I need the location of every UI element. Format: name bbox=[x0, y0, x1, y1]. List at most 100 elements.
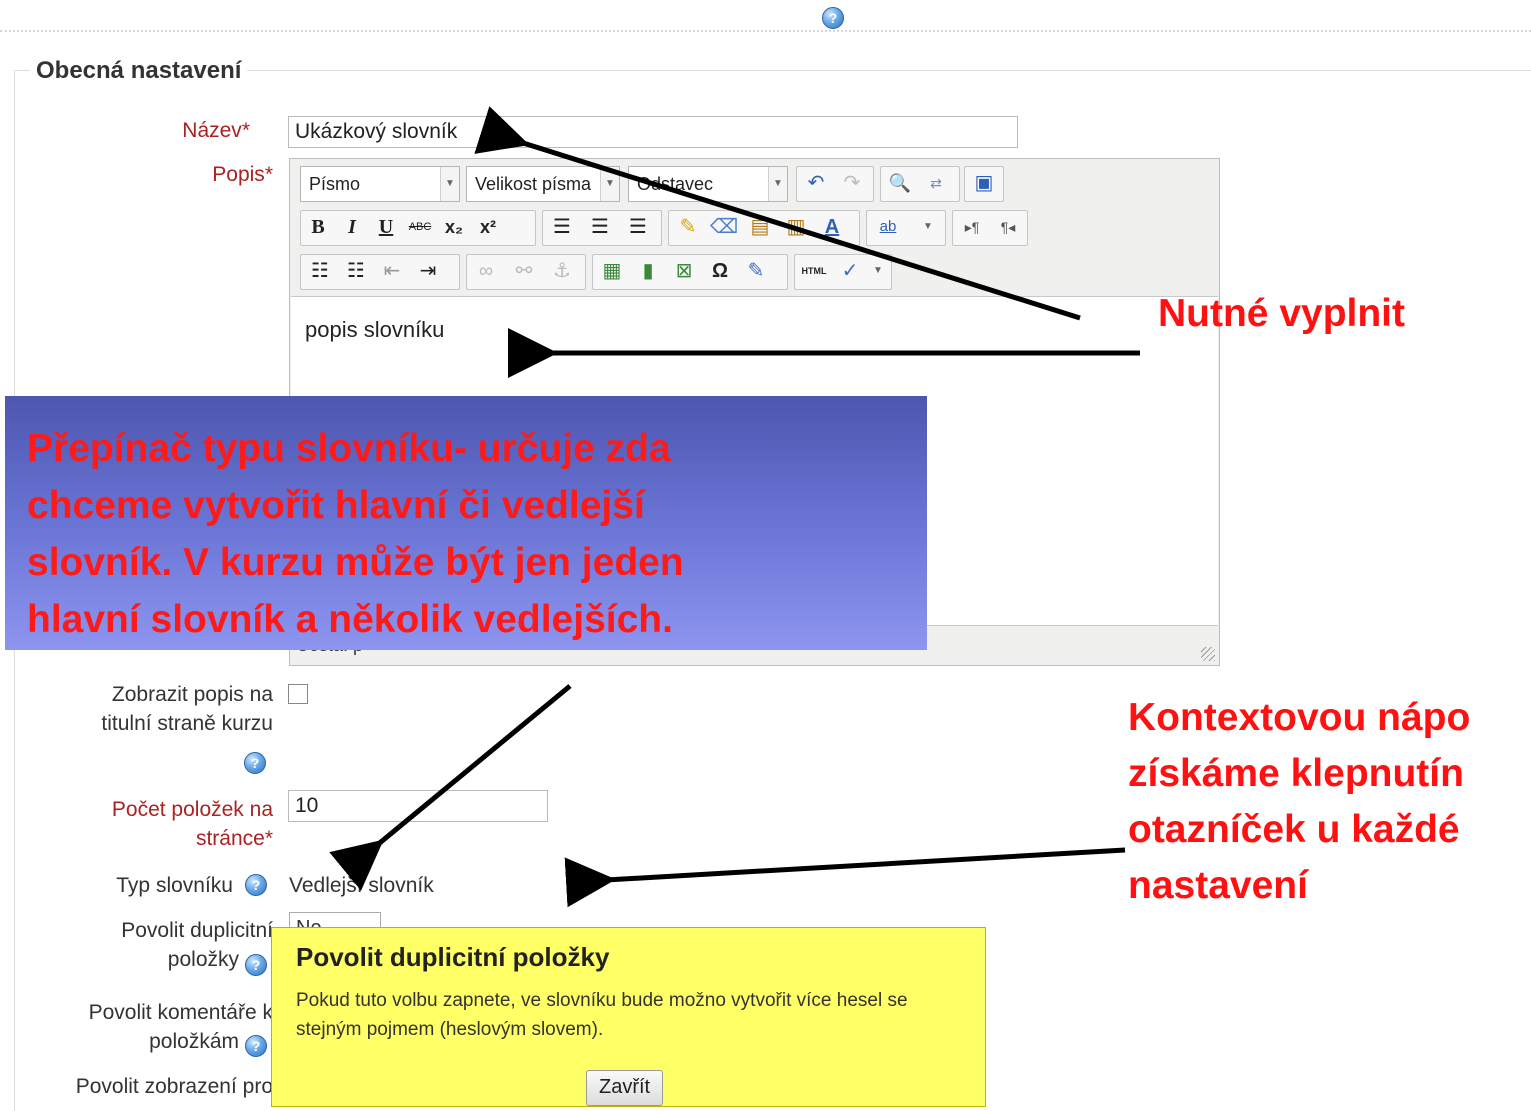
fullscreen-group: ▣ bbox=[964, 166, 1004, 202]
search-group: 🔍 ⇄ bbox=[880, 166, 960, 202]
ltr-icon[interactable]: ▸¶ bbox=[957, 211, 987, 243]
top-divider bbox=[0, 30, 1531, 32]
entries-per-page-input[interactable]: 10 bbox=[288, 790, 548, 822]
entries-per-page-label-line-1: Počet položek na bbox=[111, 798, 273, 821]
context-help-line-1: Kontextovou nápo bbox=[1128, 696, 1471, 739]
strikethrough-icon[interactable]: ABC bbox=[405, 211, 435, 243]
help-popup: Povolit duplicitní položky Pokud tuto vo… bbox=[271, 927, 986, 1107]
callout-line-2: chceme vytvořit hlavní či vedlejší bbox=[27, 484, 645, 527]
underline-icon[interactable]: U bbox=[371, 211, 401, 243]
required-annotation: Nutné vyplnit bbox=[1158, 292, 1406, 335]
resize-grip-icon[interactable] bbox=[1201, 647, 1215, 661]
superscript-icon[interactable]: x² bbox=[473, 211, 503, 243]
chevron-down-icon: ▼ bbox=[440, 167, 459, 201]
required-mark: * bbox=[241, 119, 250, 142]
name-label: Název* bbox=[120, 116, 250, 145]
description-label-text: Popis bbox=[212, 163, 265, 186]
callout-line-4: hlavní slovník a několik vedlejších. bbox=[27, 598, 673, 641]
help-popup-title: Povolit duplicitní položky bbox=[296, 942, 610, 972]
context-help-line-4: nastavení bbox=[1128, 864, 1308, 907]
outdent-icon[interactable]: ⇤ bbox=[377, 255, 407, 287]
special-char-icon[interactable]: Ω bbox=[705, 255, 735, 287]
chevron-down-icon[interactable]: ▼ bbox=[913, 211, 943, 243]
nonbreaking-icon[interactable]: ⊠ bbox=[669, 255, 699, 287]
image-icon[interactable]: ▦ bbox=[597, 255, 627, 287]
show-description-checkbox[interactable] bbox=[288, 684, 308, 704]
code-group: HTML ✓ ▼ bbox=[794, 254, 892, 290]
help-icon[interactable]: ? bbox=[244, 752, 266, 774]
bold-icon[interactable]: B bbox=[303, 211, 333, 243]
description-label: Popis* bbox=[120, 160, 273, 189]
find-icon[interactable]: 🔍 bbox=[885, 167, 915, 199]
list-group: ☷ ☷ ⇤ ⇥ bbox=[300, 254, 460, 290]
help-icon[interactable]: ? bbox=[245, 954, 267, 976]
paragraph-format-value: Odstavec bbox=[637, 174, 714, 194]
callout-line-3: slovník. V kurzu může být jen jeden bbox=[27, 541, 684, 584]
clipboard-group: ✎ ⌫ ▤ ▥ A bbox=[668, 210, 860, 246]
show-description-label: Zobrazit popis na titulní straně kurzu bbox=[30, 680, 273, 738]
numbered-list-icon[interactable]: ☷ bbox=[341, 255, 371, 287]
allow-duplicates-label-line-2: položky bbox=[167, 948, 239, 971]
help-icon[interactable]: ? bbox=[822, 7, 844, 29]
rtl-icon[interactable]: ¶◂ bbox=[993, 211, 1023, 243]
editor-content: popis slovníku bbox=[305, 317, 445, 342]
type-switch-callout: Přepínač typu slovníku- určuje zda chcem… bbox=[5, 396, 927, 650]
allow-duplicates-label-line-1: Povolit duplicitní bbox=[121, 919, 273, 942]
highlight-group: ab ▼ bbox=[866, 210, 946, 246]
editor-toolbar-row-1: Písmo ▼ Velikost písma ▼ Odstavec ▼ ↶ ↷ … bbox=[300, 166, 1210, 206]
edit-icon[interactable]: ✎ bbox=[741, 255, 771, 287]
allow-comments-label-line-1: Povolit komentáře k bbox=[88, 1001, 273, 1024]
align-right-icon[interactable]: ☰ bbox=[623, 211, 653, 243]
glossary-type-value: Vedlejší slovník bbox=[289, 874, 434, 897]
section-title: Obecná nastavení bbox=[30, 57, 248, 85]
font-size-select[interactable]: Velikost písma ▼ bbox=[466, 166, 620, 202]
align-center-icon[interactable]: ☰ bbox=[585, 211, 615, 243]
bullet-list-icon[interactable]: ☷ bbox=[305, 255, 335, 287]
fullscreen-icon[interactable]: ▣ bbox=[969, 167, 999, 199]
help-icon[interactable]: ? bbox=[245, 874, 267, 896]
name-input[interactable]: Ukázkový slovník bbox=[288, 116, 1018, 148]
highlight-color-icon[interactable]: ab bbox=[873, 211, 903, 243]
insert-group: ▦ ▮ ⊠ Ω ✎ bbox=[592, 254, 788, 290]
allow-duplicates-label: Povolit duplicitní položky bbox=[20, 916, 273, 974]
context-help-annotation: Kontextovou nápo získáme klepnutín otazn… bbox=[1128, 690, 1531, 914]
glossary-type-label: Typ slovníku bbox=[116, 874, 233, 897]
editor-toolbar-row-3: ☷ ☷ ⇤ ⇥ ∞ ⚯ ⚓ ▦ ▮ ⊠ Ω ✎ HTML ✓ ▼ bbox=[300, 254, 1210, 294]
alignment-group: ☰ ☰ ☰ bbox=[542, 210, 662, 246]
paragraph-format-select[interactable]: Odstavec ▼ bbox=[628, 166, 788, 202]
undo-icon[interactable]: ↶ bbox=[801, 167, 831, 199]
show-description-label-line-2: titulní straně kurzu bbox=[101, 712, 273, 735]
chevron-down-icon[interactable]: ▼ bbox=[863, 255, 893, 287]
context-help-line-2: získáme klepnutín bbox=[1128, 752, 1464, 795]
font-size-value: Velikost písma bbox=[475, 174, 592, 194]
indent-icon[interactable]: ⇥ bbox=[413, 255, 443, 287]
cleanup-icon[interactable]: ✎ bbox=[673, 211, 703, 243]
entries-per-page-label-line-2: stránce bbox=[195, 827, 265, 850]
chevron-down-icon: ▼ bbox=[600, 167, 619, 201]
font-color-icon[interactable]: A bbox=[817, 211, 847, 243]
unlink-icon[interactable]: ⚯ bbox=[509, 255, 539, 287]
direction-group: ▸¶ ¶◂ bbox=[952, 210, 1028, 246]
close-button[interactable]: Zavřít bbox=[586, 1070, 664, 1106]
callout-line-1: Přepínač typu slovníku- určuje zda bbox=[27, 427, 671, 470]
context-help-line-3: otazníček u každé bbox=[1128, 808, 1460, 851]
history-group: ↶ ↷ bbox=[796, 166, 874, 202]
spellcheck-icon[interactable]: ✓ bbox=[835, 255, 865, 287]
html-icon[interactable]: HTML bbox=[799, 255, 829, 287]
align-left-icon[interactable]: ☰ bbox=[547, 211, 577, 243]
paste-text-icon[interactable]: ▤ bbox=[745, 211, 775, 243]
italic-icon[interactable]: I bbox=[337, 211, 367, 243]
eraser-icon[interactable]: ⌫ bbox=[709, 211, 739, 243]
help-popup-body: Pokud tuto volbu zapnete, ve slovníku bu… bbox=[296, 990, 908, 1040]
font-family-select[interactable]: Písmo ▼ bbox=[300, 166, 460, 202]
replace-icon[interactable]: ⇄ bbox=[921, 167, 951, 199]
help-icon[interactable]: ? bbox=[245, 1035, 267, 1057]
media-icon[interactable]: ▮ bbox=[633, 255, 663, 287]
paste-word-icon[interactable]: ▥ bbox=[781, 211, 811, 243]
redo-icon[interactable]: ↷ bbox=[837, 167, 867, 199]
entries-per-page-label: Počet položek na stránce* bbox=[30, 795, 273, 853]
link-icon[interactable]: ∞ bbox=[471, 255, 501, 287]
required-mark: * bbox=[264, 827, 273, 850]
anchor-icon[interactable]: ⚓ bbox=[547, 255, 577, 287]
subscript-icon[interactable]: x₂ bbox=[439, 211, 469, 243]
